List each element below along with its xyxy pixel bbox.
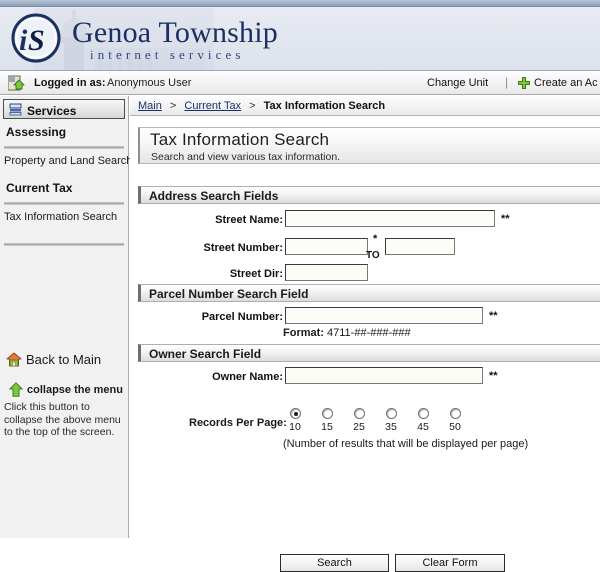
street-number-to-label: TO (366, 250, 380, 261)
parcel-number-label: Parcel Number: (201, 311, 283, 323)
breadcrumb: Main > Current Tax > Tax Information Sea… (130, 96, 600, 116)
records-per-page-value-50: 50 (449, 421, 461, 433)
login-user-icon (7, 75, 25, 92)
house-icon (6, 352, 22, 367)
parcel-format-hint: Format: 4711-##-###-### (283, 327, 411, 339)
change-unit-link[interactable]: Change Unit (427, 77, 488, 89)
breadcrumb-item-main[interactable]: Main (138, 100, 162, 112)
clear-form-button[interactable]: Clear Form (395, 554, 505, 572)
section-header-owner-label: Owner Search Field (149, 347, 262, 361)
street-dir-input[interactable] (285, 264, 368, 281)
sidebar-group-current-tax: Current Tax (6, 181, 73, 195)
back-to-main-link[interactable]: Back to Main (26, 352, 101, 367)
records-per-page-radio-25[interactable] (354, 408, 365, 419)
page-title: Tax Information Search (150, 130, 330, 149)
brand-name: Genoa Township (72, 16, 278, 49)
street-name-label: Street Name: (215, 214, 283, 226)
street-number-required-marker: * (373, 233, 378, 245)
page-subtitle: Search and view various tax information. (151, 151, 341, 163)
owner-name-label: Owner Name: (212, 371, 283, 383)
breadcrumb-item-current: Tax Information Search (263, 100, 386, 112)
search-button[interactable]: Search (280, 554, 389, 572)
parcel-number-input[interactable] (285, 307, 483, 324)
records-per-page-value-45: 45 (417, 421, 429, 433)
street-name-input[interactable] (285, 210, 495, 227)
street-number-from-input[interactable] (285, 238, 368, 255)
sidebar-group-assessing: Assessing (6, 125, 67, 139)
street-number-label: Street Number: (203, 242, 283, 254)
records-per-page-radio-10[interactable] (290, 408, 301, 419)
brand-tagline: internet services (90, 47, 245, 62)
records-per-page-value-25: 25 (353, 421, 365, 433)
plus-icon (518, 77, 530, 89)
main-content: Main > Current Tax > Tax Information Sea… (130, 96, 600, 572)
collapse-menu-link[interactable]: collapse the menu (27, 384, 123, 396)
section-header-parcel-label: Parcel Number Search Field (149, 287, 309, 301)
logged-in-label: Logged in as: (34, 77, 106, 89)
records-per-page-value-35: 35 (385, 421, 397, 433)
records-per-page-label: Records Per Page: (189, 417, 287, 429)
breadcrumb-item-current-tax[interactable]: Current Tax (184, 100, 241, 112)
loginbar-separator: | (505, 75, 509, 89)
breadcrumb-separator: > (249, 100, 256, 112)
sidebar-tab-services[interactable]: Services (3, 99, 125, 119)
owner-name-required-marker: ** (489, 370, 498, 382)
parcel-number-required-marker: ** (489, 310, 498, 322)
site-banner: i S Genoa Township internet services (0, 0, 600, 71)
street-name-required-marker: ** (501, 213, 510, 225)
sidebar-tab-label: Services (27, 104, 77, 118)
section-header-owner-search: Owner Search Field (138, 344, 600, 362)
records-per-page-note: (Number of results that will be displaye… (283, 438, 529, 450)
green-up-arrow-icon[interactable] (9, 382, 23, 397)
street-dir-label: Street Dir: (229, 268, 283, 280)
sidebar-item-tax-information-search[interactable]: Tax Information Search (4, 211, 117, 223)
sidebar-divider (4, 243, 124, 246)
records-per-page-radio-45[interactable] (418, 408, 429, 419)
services-icon (9, 103, 22, 116)
page-header-panel: Tax Information Search Search and view v… (138, 127, 600, 164)
records-per-page-value-10: 10 (289, 421, 301, 433)
records-per-page-radio-15[interactable] (322, 408, 333, 419)
street-number-to-input[interactable] (385, 238, 455, 255)
section-header-address-search: Address Search Fields (138, 186, 600, 204)
is-logo-icon: i S (8, 12, 64, 64)
svg-text:S: S (28, 24, 45, 57)
collapse-menu-help-text: Click this button to collapse the above … (4, 401, 121, 438)
login-status-bar: Logged in as: Anonymous User Change Unit… (0, 72, 600, 95)
logged-in-username: Anonymous User (107, 77, 192, 89)
records-per-page-value-15: 15 (321, 421, 333, 433)
parcel-format-label: Format: (283, 327, 324, 339)
sidebar-item-property-and-land-search[interactable]: Property and Land Search (4, 155, 132, 167)
sidebar: Services Assessing Property and Land Sea… (0, 96, 132, 538)
owner-name-input[interactable] (285, 367, 483, 384)
sidebar-divider (4, 202, 124, 205)
sidebar-divider (4, 146, 124, 149)
section-header-parcel-search: Parcel Number Search Field (138, 284, 600, 302)
parcel-format-value: 4711-##-###-### (327, 327, 411, 339)
create-account-link[interactable]: Create an Ac (534, 77, 598, 89)
section-header-address-label: Address Search Fields (149, 189, 279, 203)
banner-top-stripe (0, 0, 600, 7)
svg-text:i: i (19, 24, 28, 57)
records-per-page-radio-35[interactable] (386, 408, 397, 419)
records-per-page-radio-50[interactable] (450, 408, 461, 419)
breadcrumb-separator: > (169, 100, 177, 112)
